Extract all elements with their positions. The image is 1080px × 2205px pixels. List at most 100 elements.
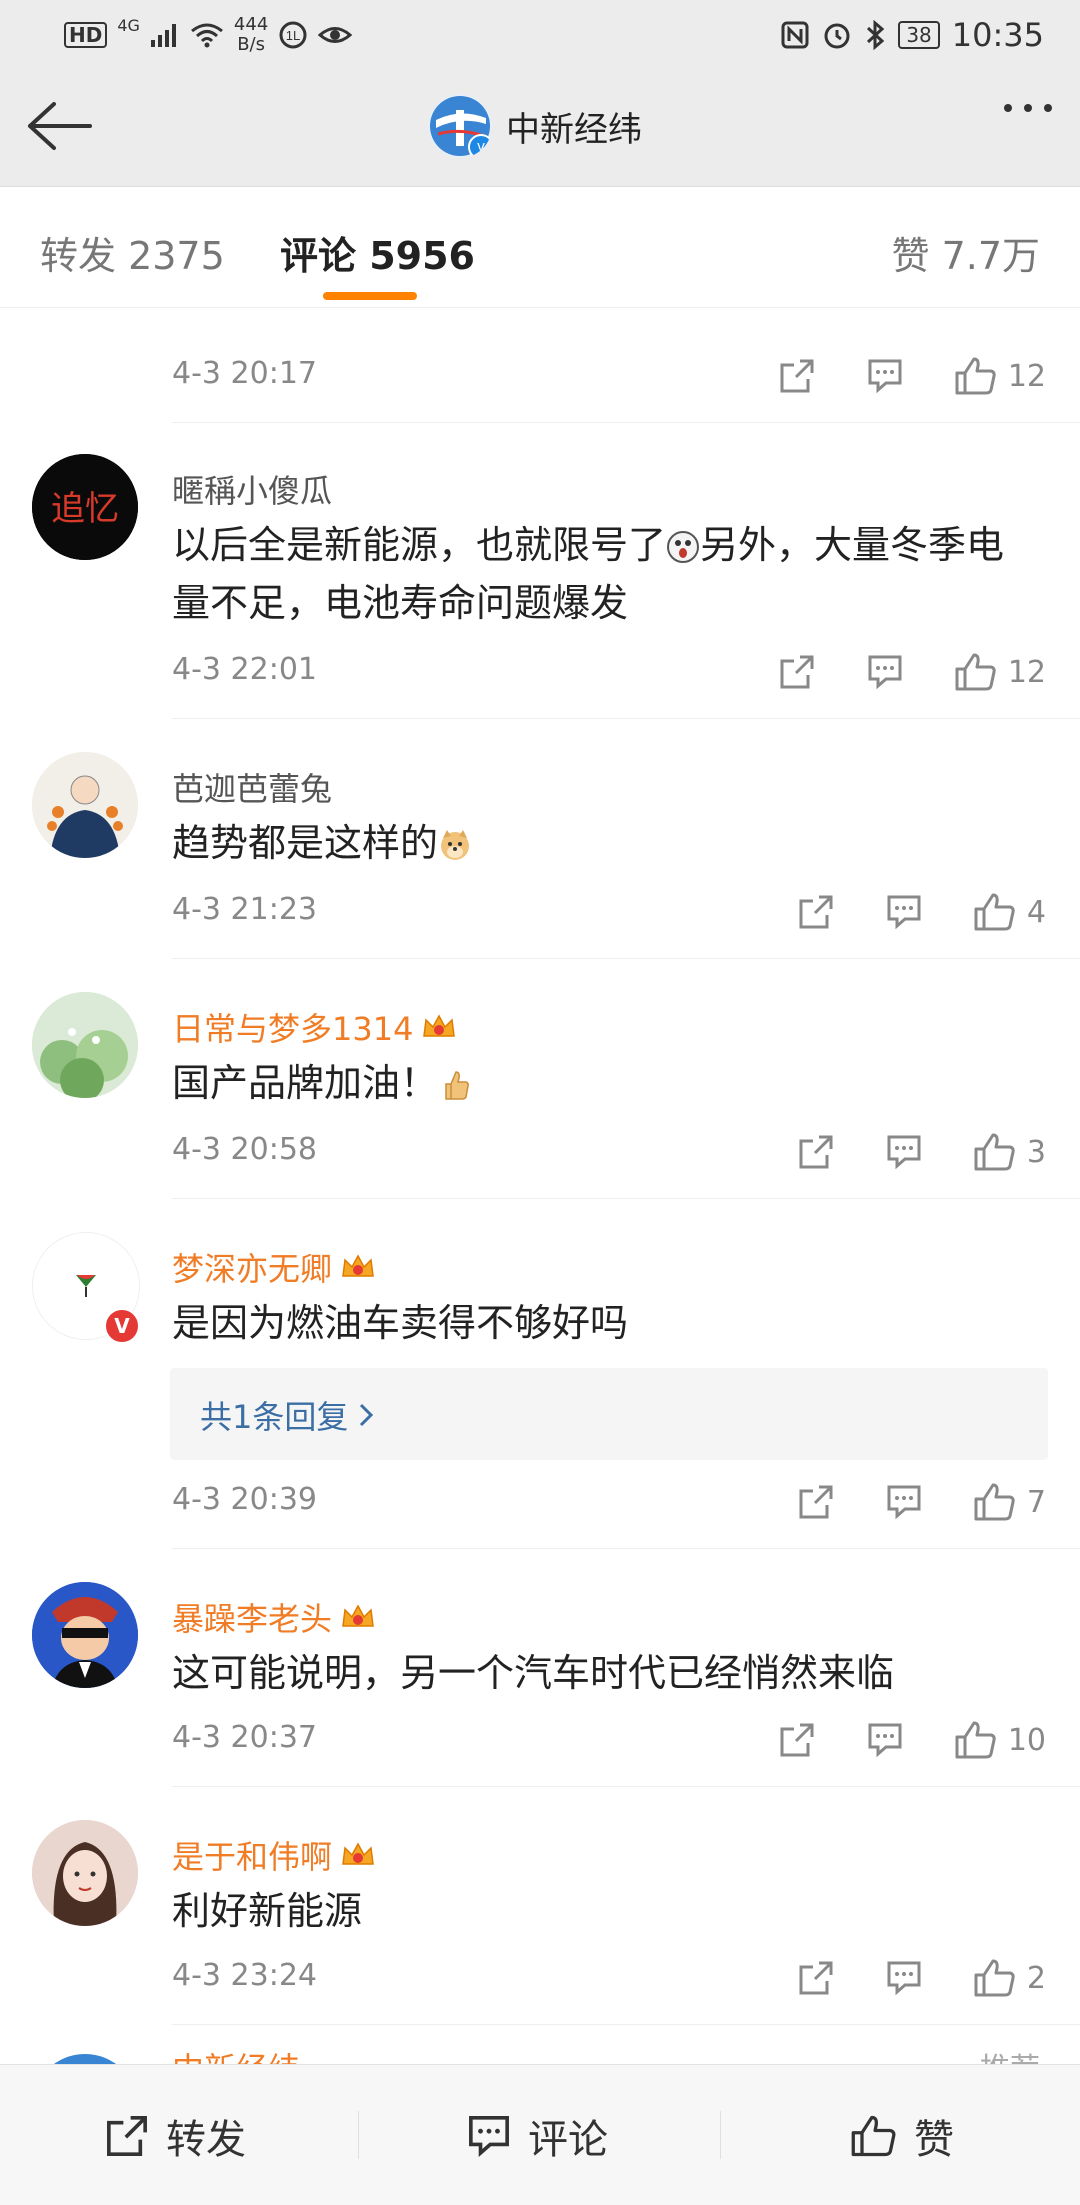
comment-text: 利好新能源 [172,1882,1040,1940]
tab-comments[interactable]: 评论 5956 [280,225,475,280]
comment-username[interactable]: 日常与梦多1314 [172,1004,457,1050]
account-header[interactable]: v 中新经纬 [428,94,642,158]
account-logo: v [428,94,492,158]
comment-username[interactable]: 梦深亦无卿 [172,1244,376,1290]
avatar[interactable]: 追忆 [32,454,138,560]
comment-timestamp: 4-3 23:24 [172,1958,317,1993]
avatar[interactable] [32,2054,138,2064]
comment-username[interactable]: 暴躁李老头 [172,1594,376,1640]
more-dot-icon [1024,104,1032,112]
bottom-action-bar: 转发 评论 赞 [0,2064,1080,2205]
comment-actions: 4-3 20:17 12 [0,356,1080,404]
divider [172,1786,1080,1787]
like-button[interactable]: 12 [954,652,1046,692]
comment-icon [887,895,921,930]
reply-button[interactable] [866,357,904,395]
username-text: 中新经纬 [172,2046,300,2064]
doge-emoji-icon [441,830,470,860]
comment-actions: 4-3 21:23 4 [0,892,1080,940]
scared-emoji-icon [667,531,700,563]
username-text: 芭迦芭蕾兔 [172,770,333,808]
comment-text-part: 趋势都是这样的 [172,821,439,865]
thumbs-up-icon [974,1483,1015,1521]
comment-actions: 4-3 22:01 12 [0,652,1080,700]
back-button[interactable] [24,96,94,156]
comment-icon [868,1723,902,1758]
like-button[interactable]: 3 [973,1132,1046,1172]
divider [720,2111,721,2159]
eye-icon [318,27,353,43]
reply-summary-box: 共1条回复 [170,1368,1048,1460]
avatar[interactable] [32,992,138,1098]
share-icon [107,2116,147,2156]
share-icon [780,655,814,689]
clock: 10:35 [951,16,1044,54]
share-button[interactable] [797,1483,835,1521]
divider [172,1548,1080,1549]
like-post-button[interactable]: 赞 [850,2107,954,2165]
comment-username[interactable]: 芭迦芭蕾兔 [172,764,332,810]
repost-button[interactable]: 转发 [104,2107,246,2165]
reply-button[interactable] [866,1721,904,1759]
reply-button[interactable] [885,893,923,931]
hd-indicator: HD [64,22,108,48]
comment-timestamp: 4-3 21:23 [172,892,317,927]
like-button[interactable]: 12 [954,356,1046,396]
comment-text-part: 以后全是新能源，也就限号了 [172,523,667,567]
avatar[interactable] [32,752,138,858]
comment-icon [887,1485,921,1520]
share-icon [780,359,814,393]
net-rate-unit: B/s [237,34,265,55]
vip-crown-icon [423,1014,456,1037]
comment-text-part: 这可能说明，另一个汽车时代已经悄然来临 [172,1651,895,1695]
svg-text:1L: 1L [286,28,300,43]
reply-link-text: 共1条回复 [200,1398,349,1436]
comment-button[interactable]: 评论 [466,2107,608,2165]
recommended-label: 推荐 [980,2046,1040,2064]
avatar-image [32,752,138,858]
share-button[interactable] [797,1959,835,1997]
thumbs-up-emoji-icon [445,1071,470,1100]
comment-text: 是因为燃油车卖得不够好吗 [172,1294,1040,1352]
divider [172,422,1080,423]
like-button[interactable]: 4 [973,892,1046,932]
share-button[interactable] [778,653,816,691]
comment-actions: 4-3 20:58 3 [0,1132,1080,1180]
reply-button[interactable] [885,1959,923,1997]
like-count: 7 [1026,1484,1046,1520]
share-button[interactable] [778,1721,816,1759]
net-rate-value: 444 [233,14,269,35]
wifi-icon [190,23,223,48]
like-count: 10 [1007,1722,1046,1758]
divider [172,958,1080,959]
divider [358,2111,359,2159]
view-replies-link[interactable]: 共1条回复 [200,1392,374,1438]
comment-text: 这可能说明，另一个汽车时代已经悄然来临 [172,1644,1040,1702]
like-button[interactable]: 2 [973,1958,1046,1998]
username-text: 是于和伟啊 [172,1838,333,1876]
avatar[interactable] [32,1820,138,1926]
comment-username[interactable]: 暱稱小傻瓜 [172,466,332,512]
comment-username[interactable]: 是于和伟啊 [172,1832,376,1878]
like-button[interactable]: 7 [973,1482,1046,1522]
reply-button[interactable] [866,653,904,691]
tab-reposts[interactable]: 转发 2375 [40,225,225,280]
active-tab-indicator [323,292,417,300]
divider [172,718,1080,719]
verified-badge: V [104,1308,140,1344]
nav-bar: v 中新经纬 [0,68,1080,187]
share-button[interactable] [778,357,816,395]
tab-likes[interactable]: 赞 7.7万 [891,225,1040,280]
like-button[interactable]: 10 [954,1720,1046,1760]
reply-button[interactable] [885,1133,923,1171]
share-button[interactable] [797,1133,835,1171]
share-button[interactable] [797,893,835,931]
vip-crown-icon [342,1604,374,1627]
username-text: 暴躁李老头 [172,1600,333,1638]
reply-button[interactable] [885,1483,923,1521]
alarm-icon [824,23,850,49]
more-button[interactable] [1004,104,1052,112]
avatar[interactable] [32,1582,138,1688]
battery-indicator: 38 [898,21,940,49]
comment-username[interactable]: 中新经纬 [172,2046,300,2064]
